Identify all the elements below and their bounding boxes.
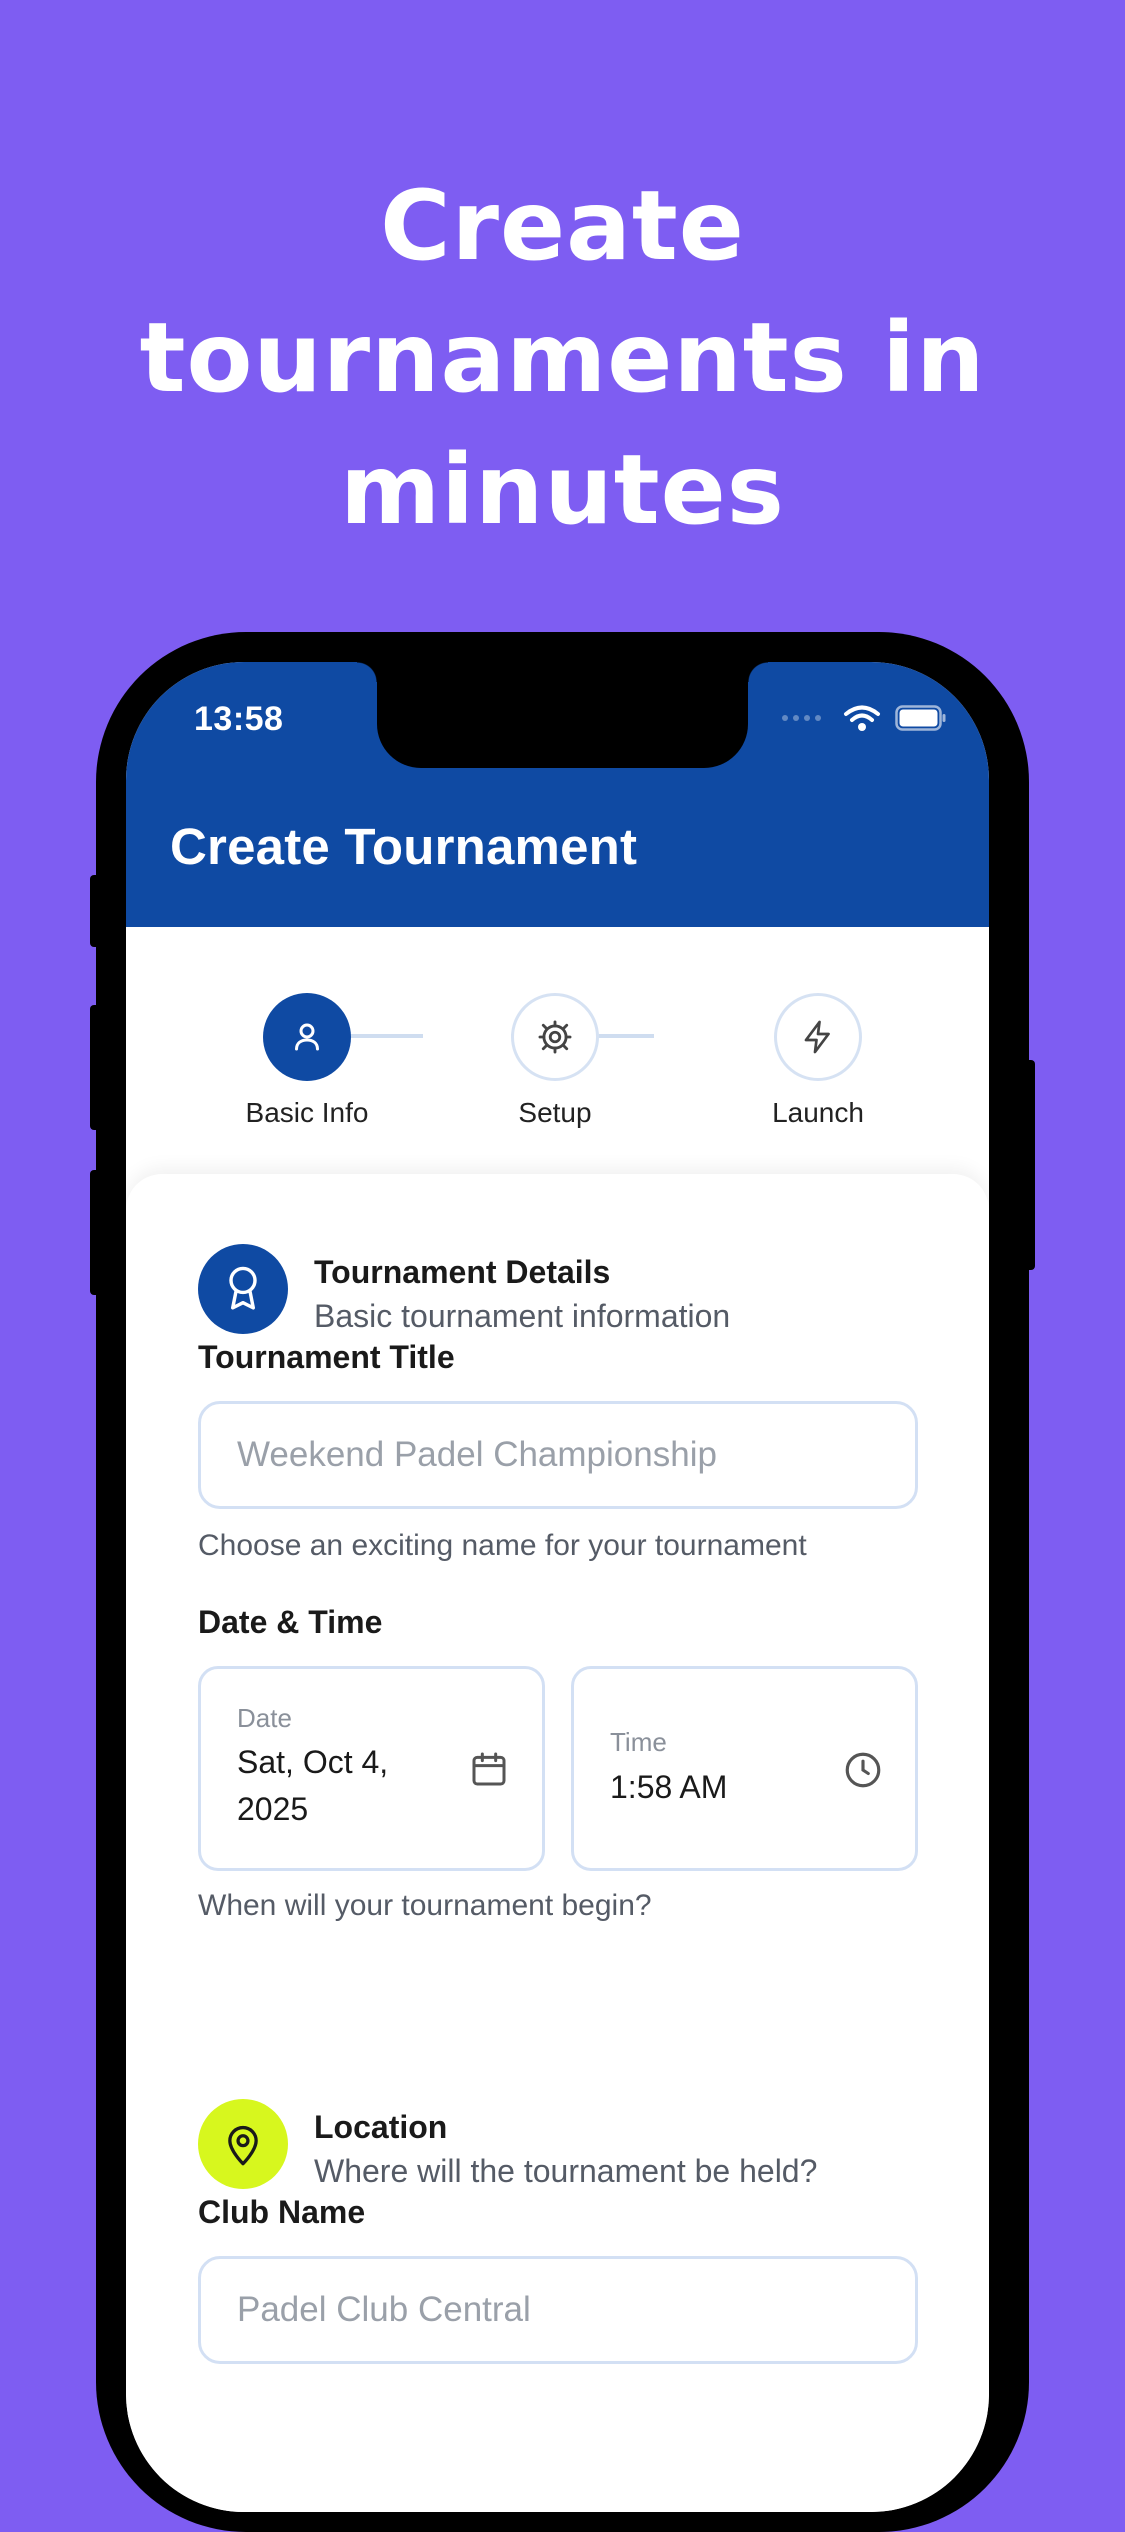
- phone-frame: 13:58 Create Tournament Basic Info Setup…: [96, 632, 1029, 2532]
- step-launch[interactable]: [774, 993, 862, 1081]
- calendar-icon: [472, 1752, 506, 1786]
- lightning-icon: [804, 1020, 830, 1054]
- time-field-label: Time: [610, 1727, 667, 1757]
- wifi-icon: [844, 705, 880, 731]
- club-name-label: Club Name: [198, 2194, 366, 2230]
- details-section-icon: [198, 1244, 288, 1334]
- time-picker[interactable]: Time 1:58 AM: [571, 1666, 918, 1871]
- tournament-title-placeholder: Weekend Padel Championship: [237, 1435, 717, 1474]
- details-section-title: Tournament Details: [314, 1254, 611, 1290]
- details-section-subtitle: Basic tournament information: [314, 1298, 731, 1334]
- step-label-basic-info: Basic Info: [245, 1097, 369, 1128]
- date-time-helper: When will your tournament begin?: [198, 1889, 652, 1922]
- date-value-line-1: Sat, Oct 4,: [237, 1744, 389, 1780]
- cellular-signal-icon: [782, 715, 821, 721]
- phone-screen: 13:58 Create Tournament Basic Info Setup…: [126, 662, 989, 2512]
- phone-notch: [357, 662, 768, 768]
- club-name-placeholder: Padel Club Central: [237, 2290, 531, 2329]
- date-value-line-2: 2025: [237, 1791, 309, 1827]
- award-ribbon-icon: [229, 1266, 257, 1310]
- headline-line-2: tournaments in: [139, 302, 986, 414]
- date-field-label: Date: [237, 1703, 292, 1733]
- tournament-title-helper: Choose an exciting name for your tournam…: [198, 1529, 807, 1562]
- headline: Create tournaments in minutes: [0, 160, 1125, 556]
- date-time-label: Date & Time: [198, 1604, 383, 1640]
- battery-icon: [895, 705, 946, 731]
- club-name-input[interactable]: Padel Club Central: [198, 2256, 918, 2364]
- person-icon: [295, 1023, 319, 1051]
- location-section-subtitle: Where will the tournament be held?: [314, 2153, 818, 2189]
- step-setup[interactable]: [511, 993, 599, 1081]
- stepper: Basic Info Setup Launch: [126, 927, 989, 1177]
- location-section-title: Location: [314, 2109, 448, 2145]
- step-label-launch: Launch: [772, 1097, 864, 1128]
- tournament-title-label: Tournament Title: [198, 1339, 455, 1375]
- headline-line-3: minutes: [340, 434, 785, 546]
- form-card: Tournament Details Basic tournament info…: [126, 1174, 989, 2512]
- time-value: 1:58 AM: [610, 1769, 728, 1805]
- clock-icon: [845, 1752, 881, 1788]
- location-section-icon: [198, 2099, 288, 2189]
- tournament-title-input[interactable]: Weekend Padel Championship: [198, 1401, 918, 1509]
- status-time: 13:58: [194, 700, 284, 738]
- map-pin-icon: [228, 2125, 258, 2166]
- headline-line-1: Create: [380, 170, 745, 282]
- step-label-setup: Setup: [518, 1097, 592, 1128]
- step-basic-info[interactable]: [263, 993, 351, 1081]
- gear-icon: [538, 1020, 572, 1054]
- status-icons: [782, 704, 947, 732]
- date-picker[interactable]: Date Sat, Oct 4, 2025: [198, 1666, 545, 1871]
- page-title: Create Tournament: [170, 818, 638, 875]
